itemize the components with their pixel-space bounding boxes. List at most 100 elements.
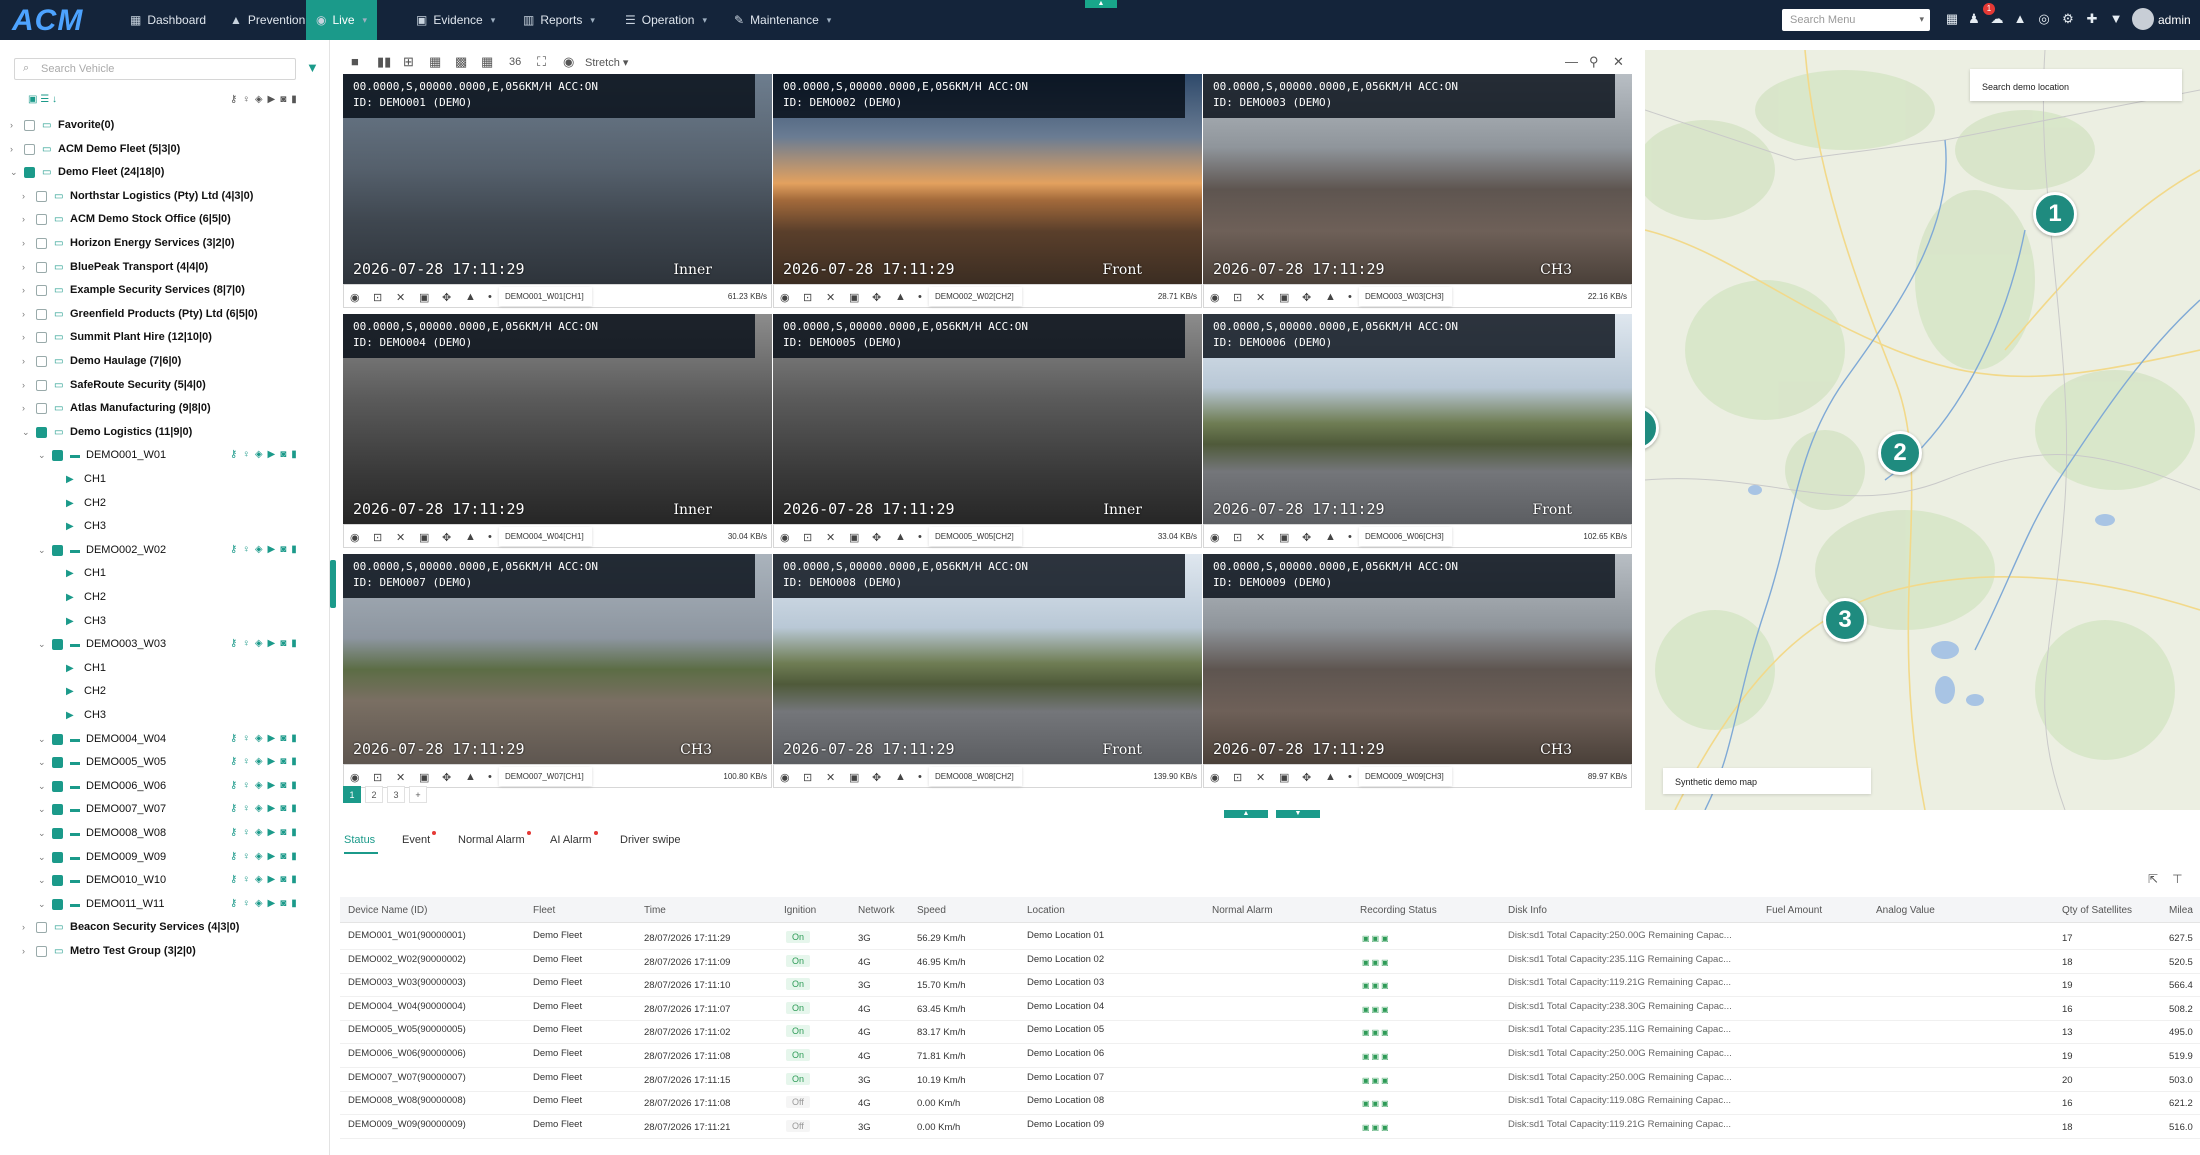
video-tile[interactable]: 00.0000,S,00000.0000,E,056KM/H ACC:ON ID… <box>1203 314 1632 548</box>
expand-arrow-icon[interactable]: ⌄ <box>38 639 46 650</box>
map-pin-2[interactable]: 2 <box>1878 431 1922 475</box>
tree-checkbox[interactable] <box>36 426 47 438</box>
column-header[interactable]: Device Name (ID) <box>348 905 427 916</box>
mute-icon[interactable]: ✕ <box>396 531 405 544</box>
alert-icon[interactable]: ▲ <box>2012 11 2028 29</box>
warning-icon[interactable]: ▲ <box>465 531 476 543</box>
table-row[interactable]: DEMO001_W01(90000001) Demo Fleet 28/07/202… <box>340 927 2200 950</box>
more-icon[interactable]: • <box>1348 771 1352 783</box>
expand-arrow-icon[interactable]: › <box>10 144 13 154</box>
expand-arrow-icon[interactable]: › <box>22 214 25 224</box>
snapshot-icon[interactable]: ⊡ <box>803 291 812 304</box>
snapshot-icon[interactable]: ⊡ <box>373 291 382 304</box>
tree-checkbox[interactable] <box>36 922 47 934</box>
tree-action-icons[interactable]: ⚷♀◈▶◙▮ <box>230 94 302 105</box>
tree-fleet-item[interactable]: › ▭ Greenfield Products (Pty) Ltd (6|5|0) <box>0 306 328 326</box>
video-tile[interactable]: 00.0000,S,00000.0000,E,056KM/H ACC:ON ID… <box>773 74 1202 308</box>
expand-arrow-icon[interactable]: ⌄ <box>38 804 46 815</box>
tree-fleet-item[interactable]: › ▭ ACM Demo Fleet (5|3|0) <box>0 141 328 161</box>
ptz-icon[interactable]: ✥ <box>442 531 451 544</box>
mute-icon[interactable]: ✕ <box>1256 771 1265 784</box>
more-icon[interactable]: • <box>918 771 922 783</box>
tree-channel-item[interactable]: ▶ CH1 <box>0 660 328 680</box>
tree-checkbox[interactable] <box>24 143 35 155</box>
nav-evidence[interactable]: ▣ Evidence ▾ <box>406 0 505 40</box>
tree-checkbox[interactable] <box>36 308 47 320</box>
mute-icon[interactable]: ✕ <box>1256 291 1265 304</box>
table-row[interactable]: DEMO003_W03(90000003) Demo Fleet 28/07/202… <box>340 974 2200 998</box>
mute-icon[interactable]: ✕ <box>396 771 405 784</box>
nav-maintenance[interactable]: ✎ Maintenance ▾ <box>724 0 841 40</box>
ptz-icon[interactable]: ✥ <box>872 291 881 304</box>
column-header[interactable]: Normal Alarm <box>1212 905 1273 916</box>
collapse-header-handle[interactable]: ▲ <box>1085 0 1117 8</box>
layout-6-icon[interactable]: ▦ <box>429 54 441 70</box>
stop-icon[interactable]: ◉ <box>780 531 790 544</box>
vehicle-action-icons[interactable]: ⚷♀◈▶◙▮ <box>230 638 302 649</box>
snapshot-icon[interactable]: ⊡ <box>803 771 812 784</box>
stop-icon[interactable]: ◉ <box>350 291 360 304</box>
ptz-icon[interactable]: ✥ <box>442 291 451 304</box>
tree-fleet-item[interactable]: › ▭ Favorite(0) <box>0 117 328 137</box>
video-tile[interactable]: 00.0000,S,00000.0000,E,056KM/H ACC:ON ID… <box>773 554 1202 788</box>
tree-fleet-item[interactable]: ⌄ ▭ Demo Fleet (24|18|0) <box>0 164 328 184</box>
video-feed[interactable]: 00.0000,S,00000.0000,E,056KM/H ACC:ON ID… <box>1203 554 1632 764</box>
expand-arrow-icon[interactable]: › <box>22 922 25 932</box>
page-button[interactable]: 2 <box>365 786 383 803</box>
filter-icon[interactable]: ▼ <box>306 60 319 75</box>
video-feed[interactable]: 00.0000,S,00000.0000,E,056KM/H ACC:ON ID… <box>773 74 1202 284</box>
tree-checkbox[interactable] <box>52 898 63 910</box>
video-tile[interactable]: 00.0000,S,00000.0000,E,056KM/H ACC:ON ID… <box>1203 554 1632 788</box>
column-header[interactable]: Ignition <box>784 905 816 916</box>
vehicle-action-icons[interactable]: ⚷♀◈▶◙▮ <box>230 803 302 814</box>
shirt-icon[interactable]: ▼ <box>2108 11 2124 29</box>
tree-checkbox[interactable] <box>52 544 63 556</box>
puzzle-icon[interactable]: ✚ <box>2084 11 2100 29</box>
table-row[interactable]: DEMO004_W04(90000004) Demo Fleet 28/07/202… <box>340 998 2200 1021</box>
column-header[interactable]: Speed <box>917 905 946 916</box>
warning-icon[interactable]: ▲ <box>465 291 476 303</box>
tree-vehicle-item[interactable]: ⌄ ▬ DEMO011_W11 ⚷♀◈▶◙▮ <box>0 896 328 916</box>
table-row[interactable]: DEMO006_W06(90000006) Demo Fleet 28/07/202… <box>340 1045 2200 1068</box>
vehicle-action-icons[interactable]: ⚷♀◈▶◙▮ <box>230 898 302 909</box>
stop-icon[interactable]: ◉ <box>350 771 360 784</box>
close-icon[interactable]: ✕ <box>1613 54 1624 70</box>
snapshot-icon[interactable]: ⊡ <box>1233 291 1242 304</box>
tree-fleet-item[interactable]: › ▭ BluePeak Transport (4|4|0) <box>0 259 328 279</box>
select-all-icon[interactable]: ▣ ☰ ↓ <box>28 94 57 105</box>
layout-4-icon[interactable]: ⊞ <box>403 54 414 70</box>
tree-checkbox[interactable] <box>24 120 35 131</box>
stop-icon[interactable]: ◉ <box>1210 531 1220 544</box>
tree-vehicle-item[interactable]: ⌄ ▬ DEMO008_W08 ⚷♀◈▶◙▮ <box>0 825 328 845</box>
avatar[interactable] <box>2132 8 2154 30</box>
tree-fleet-item[interactable]: › ▭ Beacon Security Services (4|3|0) <box>0 919 328 939</box>
vehicle-action-icons[interactable]: ⚷♀◈▶◙▮ <box>230 544 302 555</box>
more-icon[interactable]: • <box>488 291 492 303</box>
column-header[interactable]: Milea <box>2169 905 2193 916</box>
minimize-icon[interactable]: — <box>1565 54 1578 69</box>
table-row[interactable]: DEMO002_W02(90000002) Demo Fleet 28/07/202… <box>340 951 2200 974</box>
stretch-dropdown[interactable]: Stretch ▾ <box>585 56 628 69</box>
expand-arrow-icon[interactable]: ⌄ <box>38 781 46 792</box>
expand-panel-handle[interactable]: ▲ <box>1224 810 1268 818</box>
video-feed[interactable]: 00.0000,S,00000.0000,E,056KM/H ACC:ON ID… <box>1203 74 1632 284</box>
column-header[interactable]: Qty of Satellites <box>2062 905 2132 916</box>
expand-arrow-icon[interactable]: ⌄ <box>38 875 46 886</box>
record-icon[interactable]: ▣ <box>1279 531 1289 544</box>
tree-checkbox[interactable] <box>52 639 63 651</box>
nav-dashboard[interactable]: ▦ Dashboard <box>120 0 216 40</box>
warning-icon[interactable]: ▲ <box>1325 771 1336 783</box>
nav-live[interactable]: ◉ Live ▾ <box>306 0 378 40</box>
expand-arrow-icon[interactable]: ⌄ <box>38 757 46 768</box>
expand-arrow-icon[interactable]: › <box>22 946 25 956</box>
tree-checkbox[interactable] <box>36 356 47 367</box>
tree-channel-item[interactable]: ▶ CH2 <box>0 589 328 609</box>
pin-icon[interactable]: ⚲ <box>1589 54 1599 70</box>
tree-fleet-item[interactable]: › ▭ SafeRoute Security (5|4|0) <box>0 377 328 397</box>
tab-status[interactable]: Status <box>344 834 375 846</box>
tree-checkbox[interactable] <box>52 733 63 745</box>
tree-vehicle-item[interactable]: ⌄ ▬ DEMO003_W03 ⚷♀◈▶◙▮ <box>0 636 328 656</box>
video-tile[interactable]: 00.0000,S,00000.0000,E,056KM/H ACC:ON ID… <box>343 554 772 788</box>
tree-fleet-item[interactable]: › ▭ Horizon Energy Services (3|2|0) <box>0 235 328 255</box>
video-feed[interactable]: 00.0000,S,00000.0000,E,056KM/H ACC:ON ID… <box>1203 314 1632 524</box>
